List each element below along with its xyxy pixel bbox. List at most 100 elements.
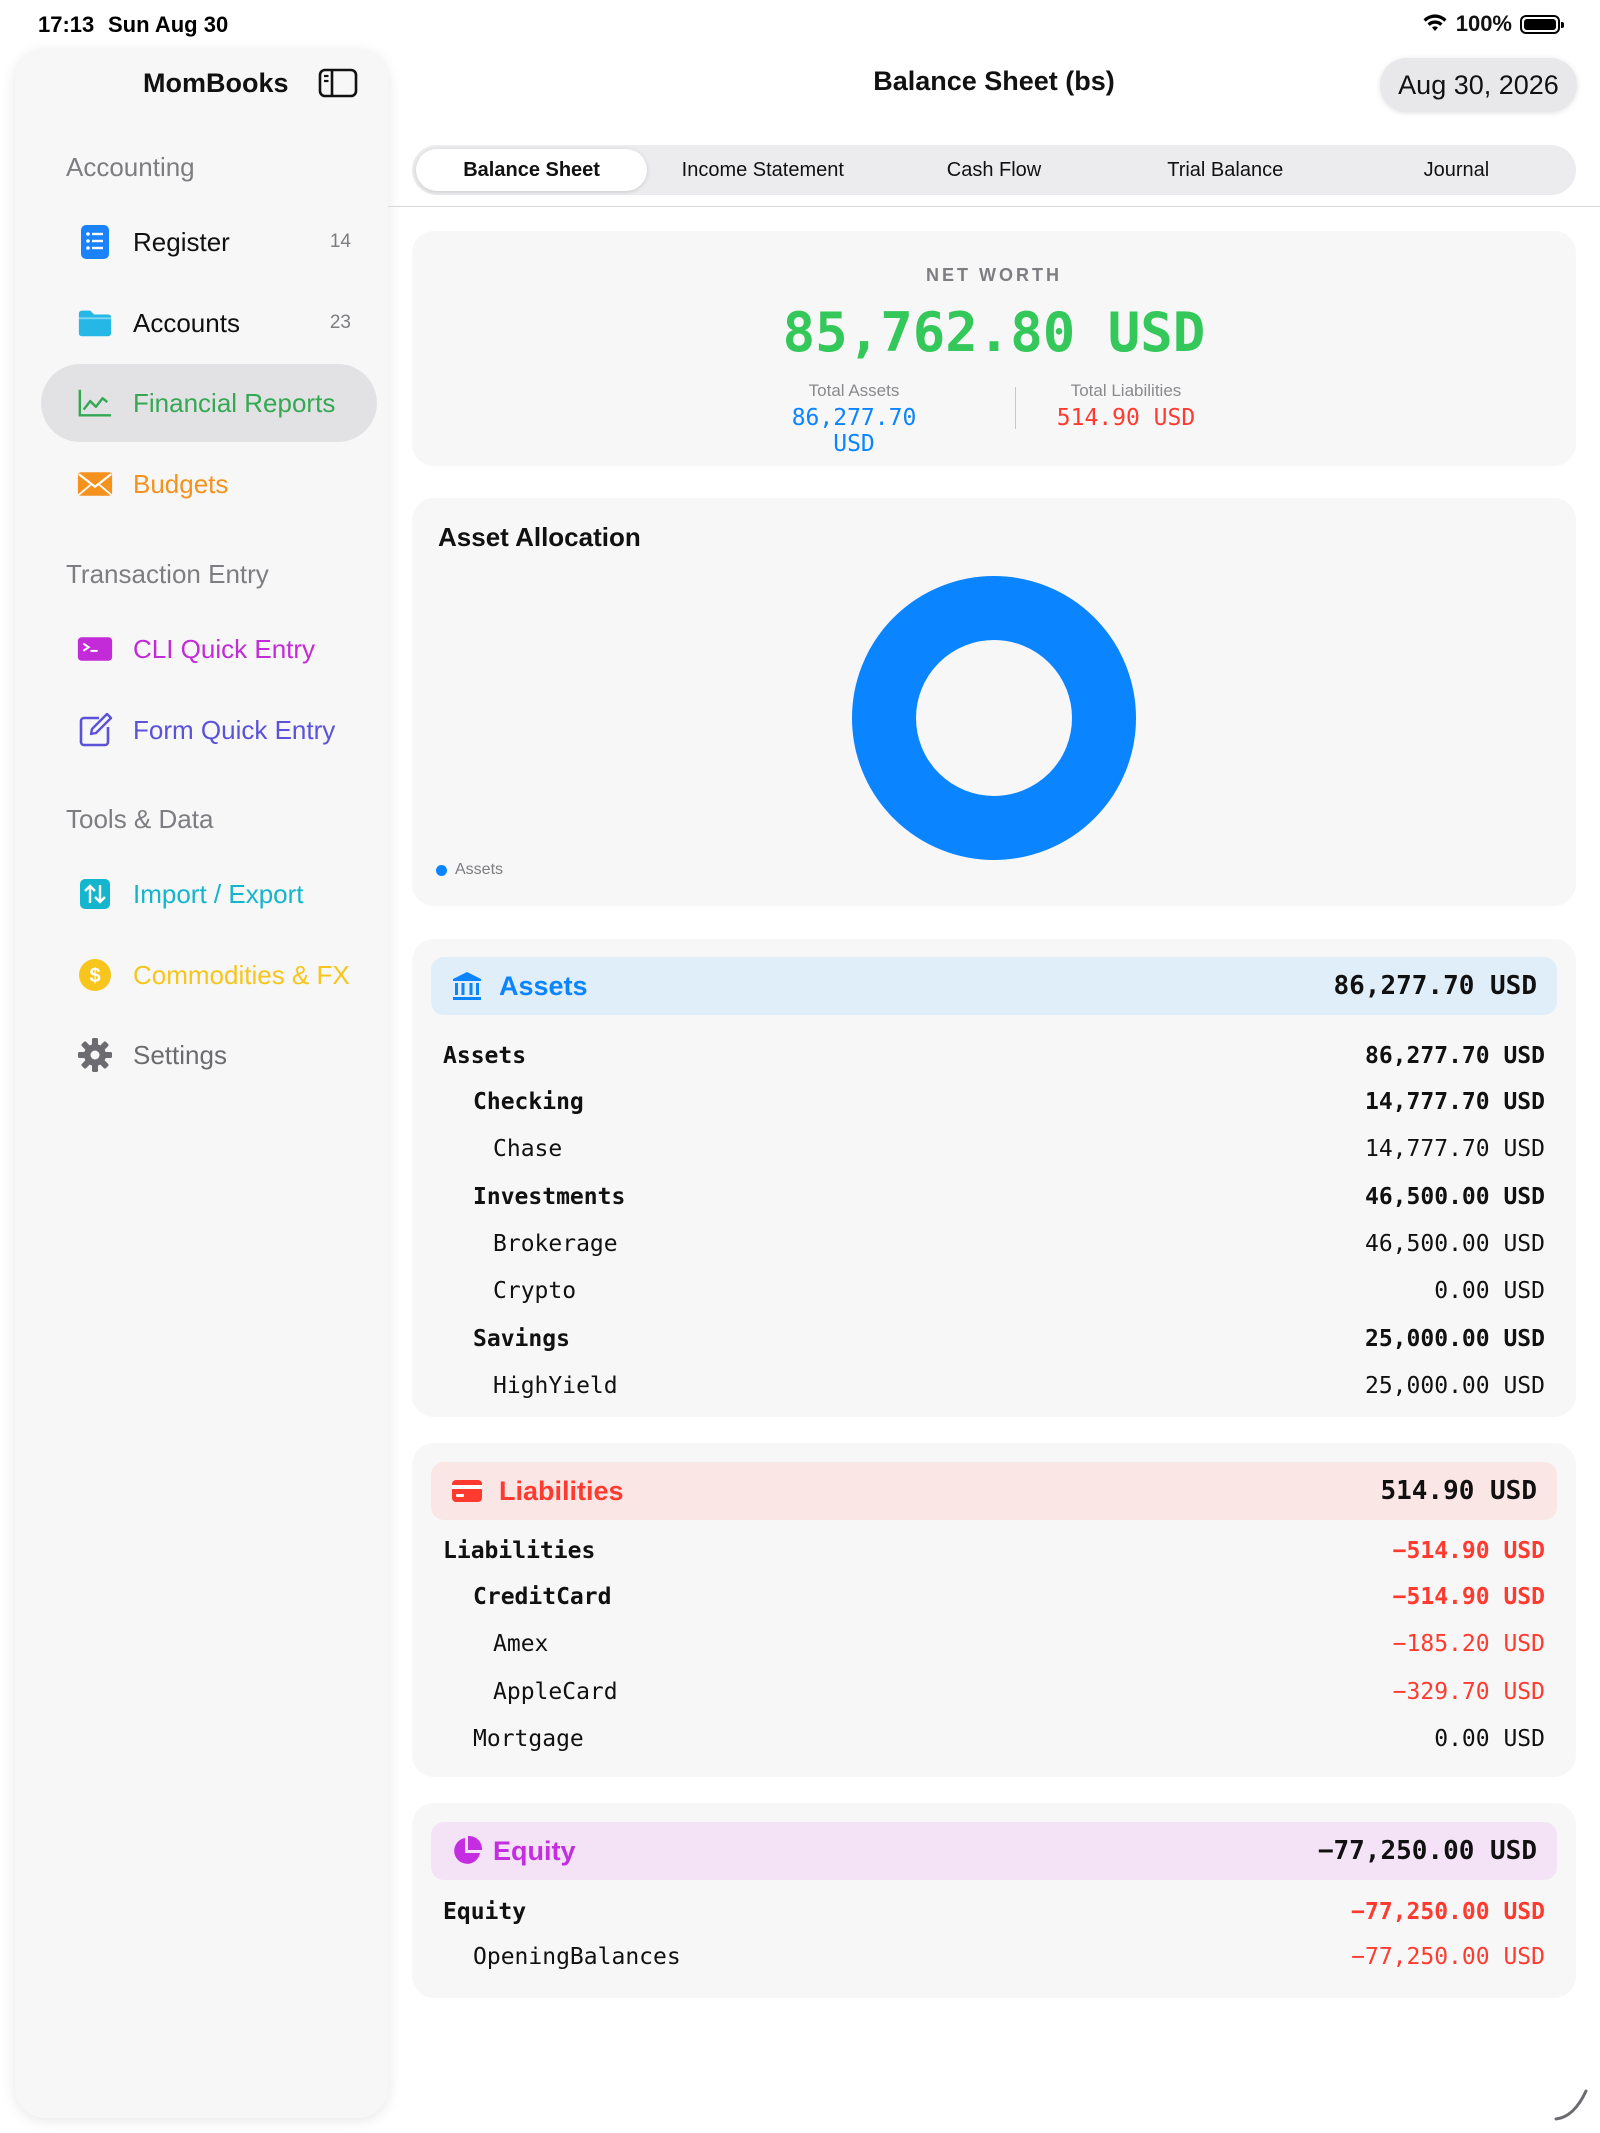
account-name: Equity xyxy=(443,1899,527,1925)
date-picker-button[interactable]: Aug 30, 2026 xyxy=(1380,58,1577,112)
liabilities-section-name: Liabilities xyxy=(499,1476,624,1506)
account-row[interactable]: HighYield 25,000.00 USD xyxy=(412,1363,1576,1410)
equity-header[interactable]: Equity −77,250.00 USD xyxy=(431,1822,1557,1880)
accounts-count: 23 xyxy=(329,312,351,333)
sidebar-item-label: CLI Quick Entry xyxy=(133,633,316,664)
status-date: Sun Aug 30 xyxy=(108,12,229,37)
pie-slice-assets xyxy=(852,576,1136,860)
account-amount: −185.20 USD xyxy=(1392,1631,1545,1658)
app-name: MomBooks xyxy=(143,68,289,98)
tab-balance-sheet[interactable]: Balance Sheet xyxy=(416,149,648,191)
account-name: OpeningBalances xyxy=(473,1944,681,1970)
tab-income-statement[interactable]: Income Statement xyxy=(647,149,878,191)
sidebar-item-cli-quick-entry[interactable]: CLI Quick Entry xyxy=(41,610,377,688)
account-row[interactable]: Amex −185.20 USD xyxy=(412,1621,1576,1668)
account-row[interactable]: Mortgage 0.00 USD xyxy=(412,1716,1576,1763)
compose-icon xyxy=(77,712,113,748)
account-name: AppleCard xyxy=(493,1678,618,1705)
account-name: Savings xyxy=(473,1325,570,1352)
account-name: Mortgage xyxy=(473,1725,584,1752)
account-row[interactable]: Crypto 0.00 USD xyxy=(412,1268,1576,1315)
net-worth-card: NET WORTH 85,762.80 USD Total Assets 86,… xyxy=(412,231,1576,466)
sidebar-item-accounts[interactable]: Accounts 23 xyxy=(41,284,377,362)
assets-section-total: 86,277.70 USD xyxy=(1333,971,1538,1001)
account-name: Amex xyxy=(493,1631,549,1658)
account-amount: −329.70 USD xyxy=(1392,1678,1545,1705)
account-amount: 0.00 USD xyxy=(1434,1278,1545,1305)
account-amount: 25,000.00 USD xyxy=(1364,1372,1545,1399)
account-row[interactable]: Checking 14,777.70 USD xyxy=(412,1079,1576,1126)
sidebar-toggle-icon[interactable] xyxy=(318,67,358,99)
account-row[interactable]: Chase 14,777.70 USD xyxy=(412,1126,1576,1173)
asset-allocation-donut xyxy=(852,576,1136,860)
legend-label: Assets xyxy=(455,861,504,878)
account-name: Crypto xyxy=(493,1278,577,1305)
list-icon xyxy=(77,224,113,260)
wifi-icon xyxy=(1423,14,1447,31)
sidebar-item-import-export[interactable]: Import / Export xyxy=(41,855,377,933)
account-row[interactable]: CreditCard −514.90 USD xyxy=(412,1574,1576,1621)
account-name: Checking xyxy=(473,1089,584,1115)
sidebar-item-register[interactable]: Register 14 xyxy=(41,203,377,281)
total-liabilities-label: Total Liabilities xyxy=(1070,381,1182,400)
account-row[interactable]: Savings 25,000.00 USD xyxy=(412,1316,1576,1363)
allocation-title: Asset Allocation xyxy=(438,522,641,552)
account-amount: 25,000.00 USD xyxy=(1364,1325,1545,1352)
chart-legend: Assets xyxy=(436,861,503,879)
account-name: CreditCard xyxy=(473,1584,612,1610)
account-amount: 14,777.70 USD xyxy=(1364,1089,1545,1115)
pencil-indicator-icon xyxy=(1554,2089,1588,2121)
gear-icon xyxy=(77,1037,113,1073)
net-worth-label: NET WORTH xyxy=(926,265,1062,285)
report-tabs: Balance Sheet Income Statement Cash Flow… xyxy=(412,145,1576,195)
sidebar-item-budgets[interactable]: Budgets xyxy=(41,445,377,523)
svg-text:$: $ xyxy=(89,965,100,987)
tab-trial-balance[interactable]: Trial Balance xyxy=(1110,149,1341,191)
sidebar-item-financial-reports[interactable]: Financial Reports xyxy=(41,364,377,442)
tab-cash-flow[interactable]: Cash Flow xyxy=(878,149,1109,191)
section-header-tools-data: Tools & Data xyxy=(66,804,214,834)
terminal-icon xyxy=(77,631,113,667)
account-row[interactable]: Brokerage 46,500.00 USD xyxy=(412,1221,1576,1268)
equity-card: Equity −77,250.00 USD Equity −77,250.00 U… xyxy=(412,1803,1576,1998)
status-bar: 17:13 Sun Aug 30 100% xyxy=(0,0,1600,48)
account-row[interactable]: Equity −77,250.00 USD xyxy=(412,1889,1576,1936)
account-row[interactable]: OpeningBalances −77,250.00 USD xyxy=(412,1934,1576,1981)
account-row[interactable]: Assets 86,277.70 USD xyxy=(412,1033,1576,1080)
sidebar-item-label: Budgets xyxy=(133,468,229,499)
account-row[interactable]: Investments 46,500.00 USD xyxy=(412,1174,1576,1221)
envelope-icon xyxy=(77,466,113,502)
chart-line-icon xyxy=(77,385,113,421)
bank-icon xyxy=(453,972,481,1000)
assets-header[interactable]: Assets 86,277.70 USD xyxy=(431,957,1557,1015)
section-header-transaction-entry: Transaction Entry xyxy=(66,559,269,589)
header-divider xyxy=(388,206,1600,207)
net-worth-divider xyxy=(1015,387,1016,429)
equity-section-name: Equity xyxy=(493,1836,576,1866)
arrows-updown-icon xyxy=(77,876,113,912)
asset-allocation-card: Asset Allocation Assets xyxy=(412,498,1576,906)
account-amount: −77,250.00 USD xyxy=(1351,1944,1545,1970)
sidebar-item-form-quick-entry[interactable]: Form Quick Entry xyxy=(41,691,377,769)
total-assets: Total Assets 86,277.70 USD xyxy=(777,381,931,457)
liabilities-section-total: 514.90 USD xyxy=(1380,1476,1537,1506)
sidebar-item-commodities-fx[interactable]: $ Commodities & FX xyxy=(41,936,377,1014)
battery-percent: 100% xyxy=(1455,11,1512,36)
account-amount: −514.90 USD xyxy=(1392,1584,1545,1610)
sidebar-item-settings[interactable]: Settings xyxy=(41,1016,377,1094)
account-row[interactable]: Liabilities −514.90 USD xyxy=(412,1528,1576,1575)
account-row[interactable]: AppleCard −329.70 USD xyxy=(412,1669,1576,1716)
total-liabilities: Total Liabilities 514.90 USD xyxy=(1046,381,1206,431)
account-name: HighYield xyxy=(493,1372,618,1399)
liabilities-header[interactable]: Liabilities 514.90 USD xyxy=(431,1462,1557,1520)
account-amount: 0.00 USD xyxy=(1434,1725,1545,1752)
section-header-accounting: Accounting xyxy=(66,152,195,182)
account-amount: −514.90 USD xyxy=(1392,1538,1545,1564)
account-amount: 86,277.70 USD xyxy=(1364,1043,1545,1069)
account-amount: −77,250.00 USD xyxy=(1351,1899,1545,1925)
tab-journal[interactable]: Journal xyxy=(1341,149,1572,191)
status-time: 17:13 xyxy=(38,12,95,37)
sidebar-item-label: Financial Reports xyxy=(133,387,336,418)
account-amount: 14,777.70 USD xyxy=(1364,1136,1545,1163)
sidebar-item-label: Settings xyxy=(133,1039,227,1070)
